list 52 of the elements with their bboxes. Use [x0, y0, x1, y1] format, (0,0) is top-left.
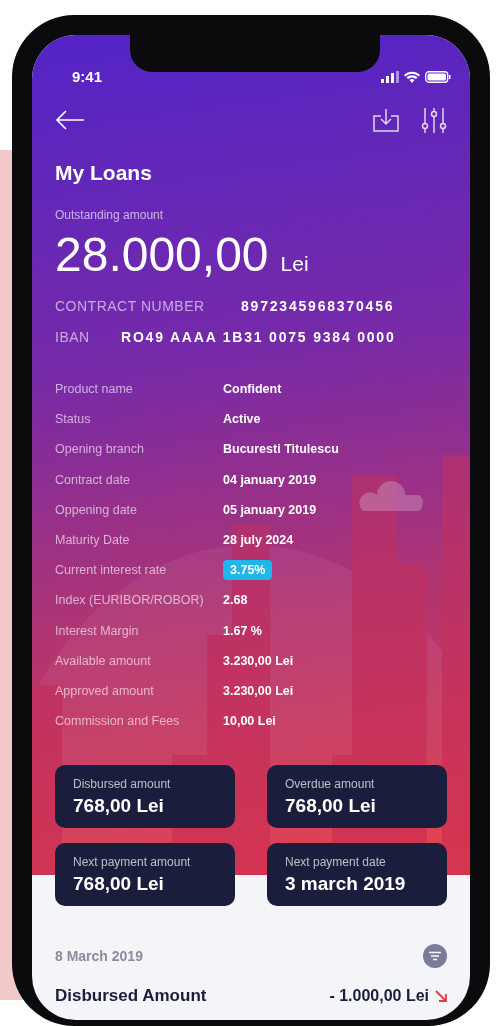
arrow-down-right-icon: [435, 990, 447, 1003]
filter-icon[interactable]: [423, 944, 447, 969]
signal-icon: [381, 71, 399, 83]
card-label: Next payment amount: [73, 854, 192, 869]
back-arrow-icon[interactable]: [55, 109, 85, 131]
iban-value: RO49 AAAA 1B31 0075 9384 0000: [121, 329, 396, 345]
contract-label: CONTRACT NUMBER: [55, 298, 206, 314]
card-label: Overdue amount: [285, 776, 376, 791]
wifi-icon: [404, 71, 420, 83]
detail-label: Current interest rate: [55, 563, 168, 578]
card-value: 3 march 2019: [285, 872, 407, 895]
status-time: 9:41: [72, 68, 103, 86]
card-value: 768,00 Lei: [285, 794, 377, 817]
detail-value: 3.230,00 Lei: [223, 683, 294, 698]
currency-label: Lei: [280, 252, 309, 276]
card-label: Disbursed amount: [73, 776, 172, 791]
detail-value: Confident: [223, 382, 282, 397]
detail-value: Active: [223, 412, 261, 427]
transaction-title: Disbursed Amount: [55, 986, 207, 1007]
page-title: My Loans: [55, 160, 153, 186]
detail-label: Available amount: [55, 653, 152, 668]
detail-value: 3.230,00 Lei: [223, 653, 294, 668]
outstanding-amount: 28.000,00: [55, 228, 269, 282]
detail-label: Maturity Date: [55, 533, 131, 548]
iban-label: IBAN: [55, 329, 91, 345]
card-value: 768,00 Lei: [73, 794, 165, 817]
detail-label: Approved amount: [55, 683, 155, 698]
sliders-icon[interactable]: [421, 107, 447, 133]
detail-value: 28 july 2024: [223, 533, 294, 548]
detail-value: 05 january 2019: [223, 502, 317, 517]
detail-label: Oppening date: [55, 502, 138, 517]
battery-icon: [425, 71, 451, 83]
detail-label: Contract date: [55, 472, 132, 487]
detail-label: Product name: [55, 382, 134, 397]
download-icon[interactable]: [373, 108, 399, 132]
detail-value: 1.67 %: [223, 623, 262, 638]
detail-value: Bucuresti Titulescu: [223, 442, 339, 457]
card-label: Next payment date: [285, 854, 387, 869]
detail-value: 04 january 2019: [223, 472, 317, 487]
detail-value: 2.68: [223, 593, 248, 608]
card-value: 768,00 Lei: [73, 872, 165, 895]
contract-number: 8972345968370456: [241, 298, 395, 314]
detail-label: Status: [55, 412, 92, 427]
detail-value: 10,00 Lei: [223, 714, 276, 729]
transaction-date: 8 March 2019: [55, 948, 143, 965]
detail-label: Opening branch: [55, 442, 145, 457]
transaction-amount: - 1.000,00 Lei: [329, 987, 429, 1006]
detail-label: Index (EURIBOR/ROBOR): [55, 593, 205, 608]
outstanding-label: Outstanding amount: [55, 207, 165, 223]
rate-badge: 3.75%: [223, 560, 273, 581]
detail-label: Commission and Fees: [55, 714, 181, 729]
detail-label: Interest Margin: [55, 623, 140, 638]
